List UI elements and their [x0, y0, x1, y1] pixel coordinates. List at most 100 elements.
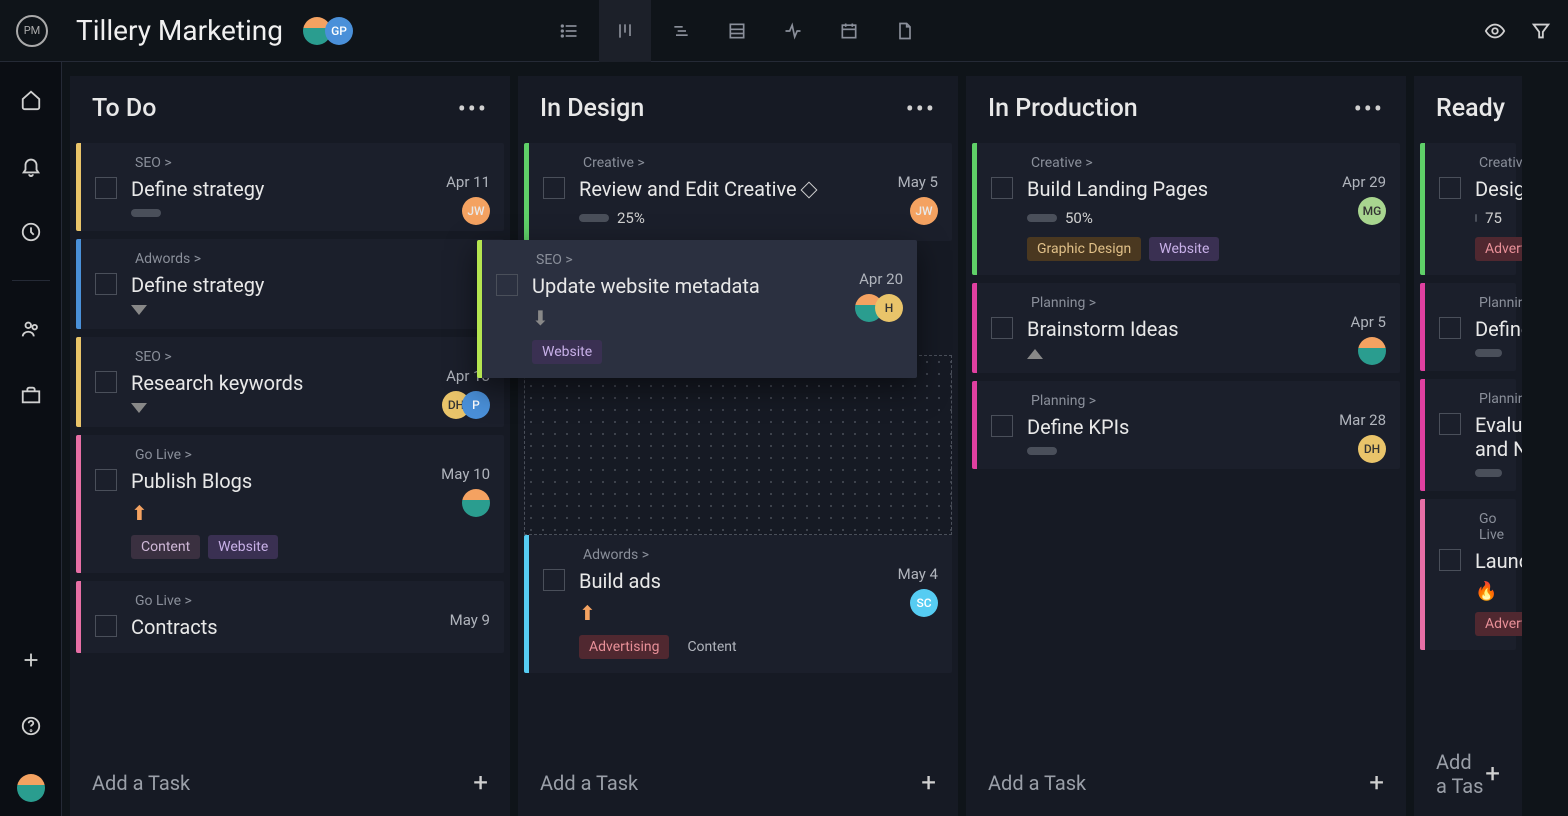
- assignee-avatar[interactable]: JW: [462, 197, 490, 225]
- task-checkbox[interactable]: [95, 615, 117, 637]
- task-card[interactable]: PlanningEvalua and N: [1420, 379, 1516, 491]
- column-menu[interactable]: •••: [906, 95, 936, 123]
- assignee-avatar[interactable]: [462, 489, 490, 517]
- task-checkbox[interactable]: [95, 371, 117, 393]
- task-checkbox[interactable]: [1439, 549, 1461, 571]
- task-category[interactable]: Planning: [1439, 295, 1502, 311]
- task-checkbox[interactable]: [991, 317, 1013, 339]
- plus-icon: +: [473, 768, 488, 798]
- view-sheet[interactable]: [711, 0, 763, 62]
- task-tag[interactable]: Adverti: [1475, 612, 1522, 636]
- member-avatar[interactable]: GP: [325, 17, 353, 45]
- home-icon[interactable]: [13, 82, 49, 118]
- column-menu[interactable]: •••: [1354, 95, 1384, 123]
- assignee-avatar[interactable]: MG: [1358, 197, 1386, 225]
- view-calendar[interactable]: [823, 0, 875, 62]
- task-date: May 9: [450, 611, 490, 629]
- add-icon[interactable]: [13, 642, 49, 678]
- task-category[interactable]: SEO >: [95, 349, 490, 365]
- assignee-avatar[interactable]: [1358, 337, 1386, 365]
- task-card[interactable]: Creative >Review and Edit CreativeMay 5J…: [524, 143, 952, 241]
- column-menu[interactable]: •••: [458, 95, 488, 123]
- add-task-button[interactable]: Add a Task+: [518, 750, 958, 816]
- add-task-button[interactable]: Add a Tas+: [1414, 732, 1522, 816]
- task-category[interactable]: Go Live >: [95, 593, 490, 609]
- chevron-down-icon[interactable]: [131, 403, 147, 413]
- task-card[interactable]: Adwords >Build adsMay 4SC⬆AdvertisingCon…: [524, 535, 952, 673]
- task-tag[interactable]: Adverti: [1475, 237, 1522, 261]
- view-gantt[interactable]: [655, 0, 707, 62]
- task-card[interactable]: Go LiveLaunc🔥Adverti: [1420, 499, 1516, 650]
- user-avatar[interactable]: [17, 774, 45, 802]
- task-category[interactable]: Go Live: [1439, 511, 1502, 543]
- task-checkbox[interactable]: [991, 415, 1013, 437]
- task-card[interactable]: Planning >Define KPIsMar 28DH: [972, 381, 1400, 469]
- assignee-avatar[interactable]: DH: [1358, 435, 1386, 463]
- task-checkbox[interactable]: [95, 469, 117, 491]
- view-activity[interactable]: [767, 0, 819, 62]
- column-title: Ready: [1436, 94, 1505, 123]
- task-checkbox[interactable]: [991, 177, 1013, 199]
- priority-low-icon: ⬇: [532, 306, 549, 330]
- chevron-up-icon[interactable]: [1027, 349, 1043, 359]
- task-card[interactable]: PlanningDefine: [1420, 283, 1516, 371]
- task-card[interactable]: SEO >Research keywordsApr 13DHP: [76, 337, 504, 427]
- add-task-button[interactable]: Add a Task+: [966, 750, 1406, 816]
- task-tag[interactable]: Content: [677, 635, 746, 659]
- task-checkbox[interactable]: [543, 569, 565, 591]
- progress-bar: [579, 214, 609, 222]
- drop-zone[interactable]: [524, 355, 952, 535]
- task-category[interactable]: Creative >: [991, 155, 1386, 171]
- recent-icon[interactable]: [13, 214, 49, 250]
- task-checkbox[interactable]: [1439, 413, 1461, 435]
- task-category[interactable]: Adwords >: [95, 251, 490, 267]
- task-card[interactable]: Creative >Build Landing PagesApr 29MG50%…: [972, 143, 1400, 275]
- project-members[interactable]: GP: [303, 17, 353, 45]
- task-category[interactable]: Go Live >: [95, 447, 490, 463]
- task-category[interactable]: Planning >: [991, 393, 1386, 409]
- task-tag[interactable]: Content: [131, 535, 200, 559]
- help-icon[interactable]: [13, 708, 49, 744]
- task-checkbox[interactable]: [1439, 317, 1461, 339]
- task-card[interactable]: SEO >Define strategyApr 11JW: [76, 143, 504, 231]
- assignee-avatar[interactable]: SC: [910, 589, 938, 617]
- task-tag[interactable]: Website: [1149, 237, 1219, 261]
- task-card[interactable]: Go Live >Publish BlogsMay 10⬆ContentWebs…: [76, 435, 504, 573]
- assignee-avatar[interactable]: H: [875, 294, 903, 322]
- task-card[interactable]: SEO >Update website metadataApr 20H⬇Webs…: [477, 240, 917, 378]
- board-column: In Design•••Creative >Review and Edit Cr…: [518, 76, 958, 816]
- task-tag[interactable]: Graphic Design: [1027, 237, 1141, 261]
- view-files[interactable]: [879, 0, 931, 62]
- app-logo[interactable]: PM: [16, 15, 48, 47]
- task-card[interactable]: Go Live >ContractsMay 9: [76, 581, 504, 653]
- filter-icon[interactable]: [1530, 20, 1552, 42]
- task-tag[interactable]: Website: [532, 340, 602, 364]
- task-card[interactable]: CreativeDesig75Adverti: [1420, 143, 1516, 275]
- task-checkbox[interactable]: [496, 274, 518, 296]
- portfolio-icon[interactable]: [13, 377, 49, 413]
- task-tag[interactable]: Website: [208, 535, 278, 559]
- assignee-avatar[interactable]: P: [462, 391, 490, 419]
- team-icon[interactable]: [13, 311, 49, 347]
- add-task-button[interactable]: Add a Task+: [70, 750, 510, 816]
- notifications-icon[interactable]: [13, 148, 49, 184]
- assignee-avatar[interactable]: JW: [910, 197, 938, 225]
- task-checkbox[interactable]: [1439, 177, 1461, 199]
- task-category[interactable]: Planning: [1439, 391, 1502, 407]
- view-board[interactable]: [599, 0, 651, 62]
- chevron-down-icon[interactable]: [131, 305, 147, 315]
- task-category[interactable]: Planning >: [991, 295, 1386, 311]
- task-checkbox[interactable]: [95, 177, 117, 199]
- task-card[interactable]: Adwords >Define strategy: [76, 239, 504, 329]
- view-list[interactable]: [543, 0, 595, 62]
- task-category[interactable]: Creative >: [543, 155, 938, 171]
- task-category[interactable]: Adwords >: [543, 547, 938, 563]
- task-checkbox[interactable]: [543, 177, 565, 199]
- task-category[interactable]: Creative: [1439, 155, 1502, 171]
- task-tag[interactable]: Advertising: [579, 635, 669, 659]
- task-category[interactable]: SEO >: [496, 252, 903, 268]
- visibility-icon[interactable]: [1484, 20, 1506, 42]
- task-category[interactable]: SEO >: [95, 155, 490, 171]
- task-checkbox[interactable]: [95, 273, 117, 295]
- task-card[interactable]: Planning >Brainstorm IdeasApr 5: [972, 283, 1400, 373]
